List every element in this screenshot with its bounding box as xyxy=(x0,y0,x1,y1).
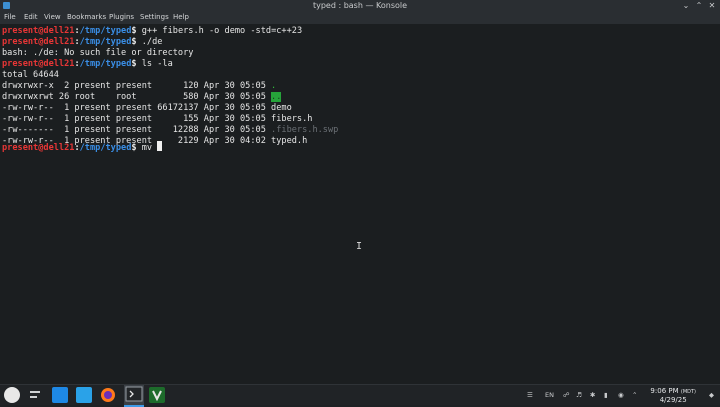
ls-row: -rw------- 1 present present 12288 Apr 3… xyxy=(2,125,338,136)
ls-row: drwxrwxrwt 26 root root 580 Apr 30 05:05… xyxy=(2,92,282,103)
prompt-path: /tmp/typed xyxy=(79,59,132,69)
menu-view[interactable]: View xyxy=(44,11,61,24)
mouse-ibeam-icon: I xyxy=(356,241,363,252)
ls-row: drwxrwxr-x 2 present present 120 Apr 30 … xyxy=(2,81,276,92)
prompt-user: present@dell21 xyxy=(2,26,75,36)
command-text: g++ fibers.h -o demo -std=c++23 xyxy=(136,26,303,36)
tray-expand-icon[interactable]: ⌃ xyxy=(632,385,637,405)
ls-name: typed.h xyxy=(271,136,308,146)
konsole-app-icon xyxy=(3,2,10,9)
ls-meta: -rw------- 1 present present 12288 Apr 3… xyxy=(2,125,272,135)
wifi-icon[interactable]: ◉ xyxy=(618,385,624,405)
ls-meta: drwxrwxrwt 26 root root 580 Apr 30 05:05 xyxy=(2,92,272,102)
prompt-path: /tmp/typed xyxy=(79,26,132,36)
terminal-line-current: present@dell21:/tmp/typed$ mv xyxy=(2,141,163,153)
command-text: ls -la xyxy=(136,59,173,69)
window-titlebar[interactable]: typed : bash — Konsole ⌄ ⌃ ✕ xyxy=(0,0,720,11)
clock-date: 4/29/25 xyxy=(659,396,687,404)
ls-meta: -rw-rw-r-- 1 present present 66172137 Ap… xyxy=(2,103,272,113)
menu-settings[interactable]: Settings xyxy=(140,11,169,24)
app-launcher-icon[interactable] xyxy=(4,387,20,403)
network-icon[interactable]: ☍ xyxy=(563,385,570,405)
taskbar: ☰ EN ☍ ♬ ✱ ▮ ◉ ⌃ 9:06 PM (MDT) 4/29/25 ◆ xyxy=(0,384,720,407)
ls-row: -rw-rw-r-- 1 present present 155 Apr 30 … xyxy=(2,114,312,125)
menu-edit[interactable]: Edit xyxy=(24,11,38,24)
prompt-user: present@dell21 xyxy=(2,143,75,153)
ls-name: .. xyxy=(271,92,282,102)
menu-plugins[interactable]: Plugins xyxy=(109,11,134,24)
bluetooth-icon[interactable]: ✱ xyxy=(590,385,595,405)
clipboard-icon[interactable]: ☰ xyxy=(527,385,533,405)
ls-meta: drwxrwxr-x 2 present present 120 Apr 30 … xyxy=(2,81,272,91)
pager-icon[interactable] xyxy=(27,387,43,403)
terminal-line-1: present@dell21:/tmp/typed$ g++ fibers.h … xyxy=(2,26,302,37)
command-text: mv xyxy=(136,143,158,153)
vim-icon[interactable] xyxy=(149,387,165,403)
command-text: ./de xyxy=(136,37,163,47)
close-icon[interactable]: ✕ xyxy=(706,0,718,11)
clock-timezone: (MDT) xyxy=(680,389,696,395)
ls-row: -rw-rw-r-- 1 present present 66172137 Ap… xyxy=(2,103,292,114)
prompt-user: present@dell21 xyxy=(2,37,75,47)
prompt-user: present@dell21 xyxy=(2,59,75,69)
clock-time: 9:06 PM xyxy=(650,387,679,395)
terminal-line-4: present@dell21:/tmp/typed$ ls -la xyxy=(2,59,173,70)
window-title: typed : bash — Konsole xyxy=(312,1,408,10)
show-desktop-icon[interactable]: ◆ xyxy=(709,385,714,405)
ls-name: demo xyxy=(271,103,292,113)
menu-bookmarks[interactable]: Bookmarks xyxy=(67,11,106,24)
keyboard-layout[interactable]: EN xyxy=(545,385,554,405)
text-cursor xyxy=(157,141,163,151)
ls-name: .fibers.h.swp xyxy=(271,125,339,135)
prompt-path: /tmp/typed xyxy=(79,143,132,153)
terminal-area[interactable]: present@dell21:/tmp/typed$ g++ fibers.h … xyxy=(0,24,720,384)
menu-bar: File Edit View Bookmarks Plugins Setting… xyxy=(0,11,720,25)
error-output: bash: ./de: No such file or directory xyxy=(2,48,194,58)
ls-name: . xyxy=(271,81,277,91)
maximize-icon[interactable]: ⌃ xyxy=(693,0,705,11)
dolphin-icon[interactable] xyxy=(76,387,92,403)
total-output: total 64644 xyxy=(2,70,59,80)
volume-icon[interactable]: ♬ xyxy=(576,385,582,405)
prompt-path: /tmp/typed xyxy=(79,37,132,47)
minimize-icon[interactable]: ⌄ xyxy=(680,0,692,11)
terminal-line-2: present@dell21:/tmp/typed$ ./de xyxy=(2,37,162,48)
menu-help[interactable]: Help xyxy=(173,11,189,24)
clock[interactable]: 9:06 PM (MDT) 4/29/25 xyxy=(650,387,696,404)
firefox-icon[interactable] xyxy=(100,387,116,403)
ls-name: fibers.h xyxy=(271,114,313,124)
menu-file[interactable]: File xyxy=(4,11,16,24)
file-manager-icon[interactable] xyxy=(52,387,68,403)
battery-icon[interactable]: ▮ xyxy=(604,385,608,405)
ls-meta: -rw-rw-r-- 1 present present 155 Apr 30 … xyxy=(2,114,272,124)
